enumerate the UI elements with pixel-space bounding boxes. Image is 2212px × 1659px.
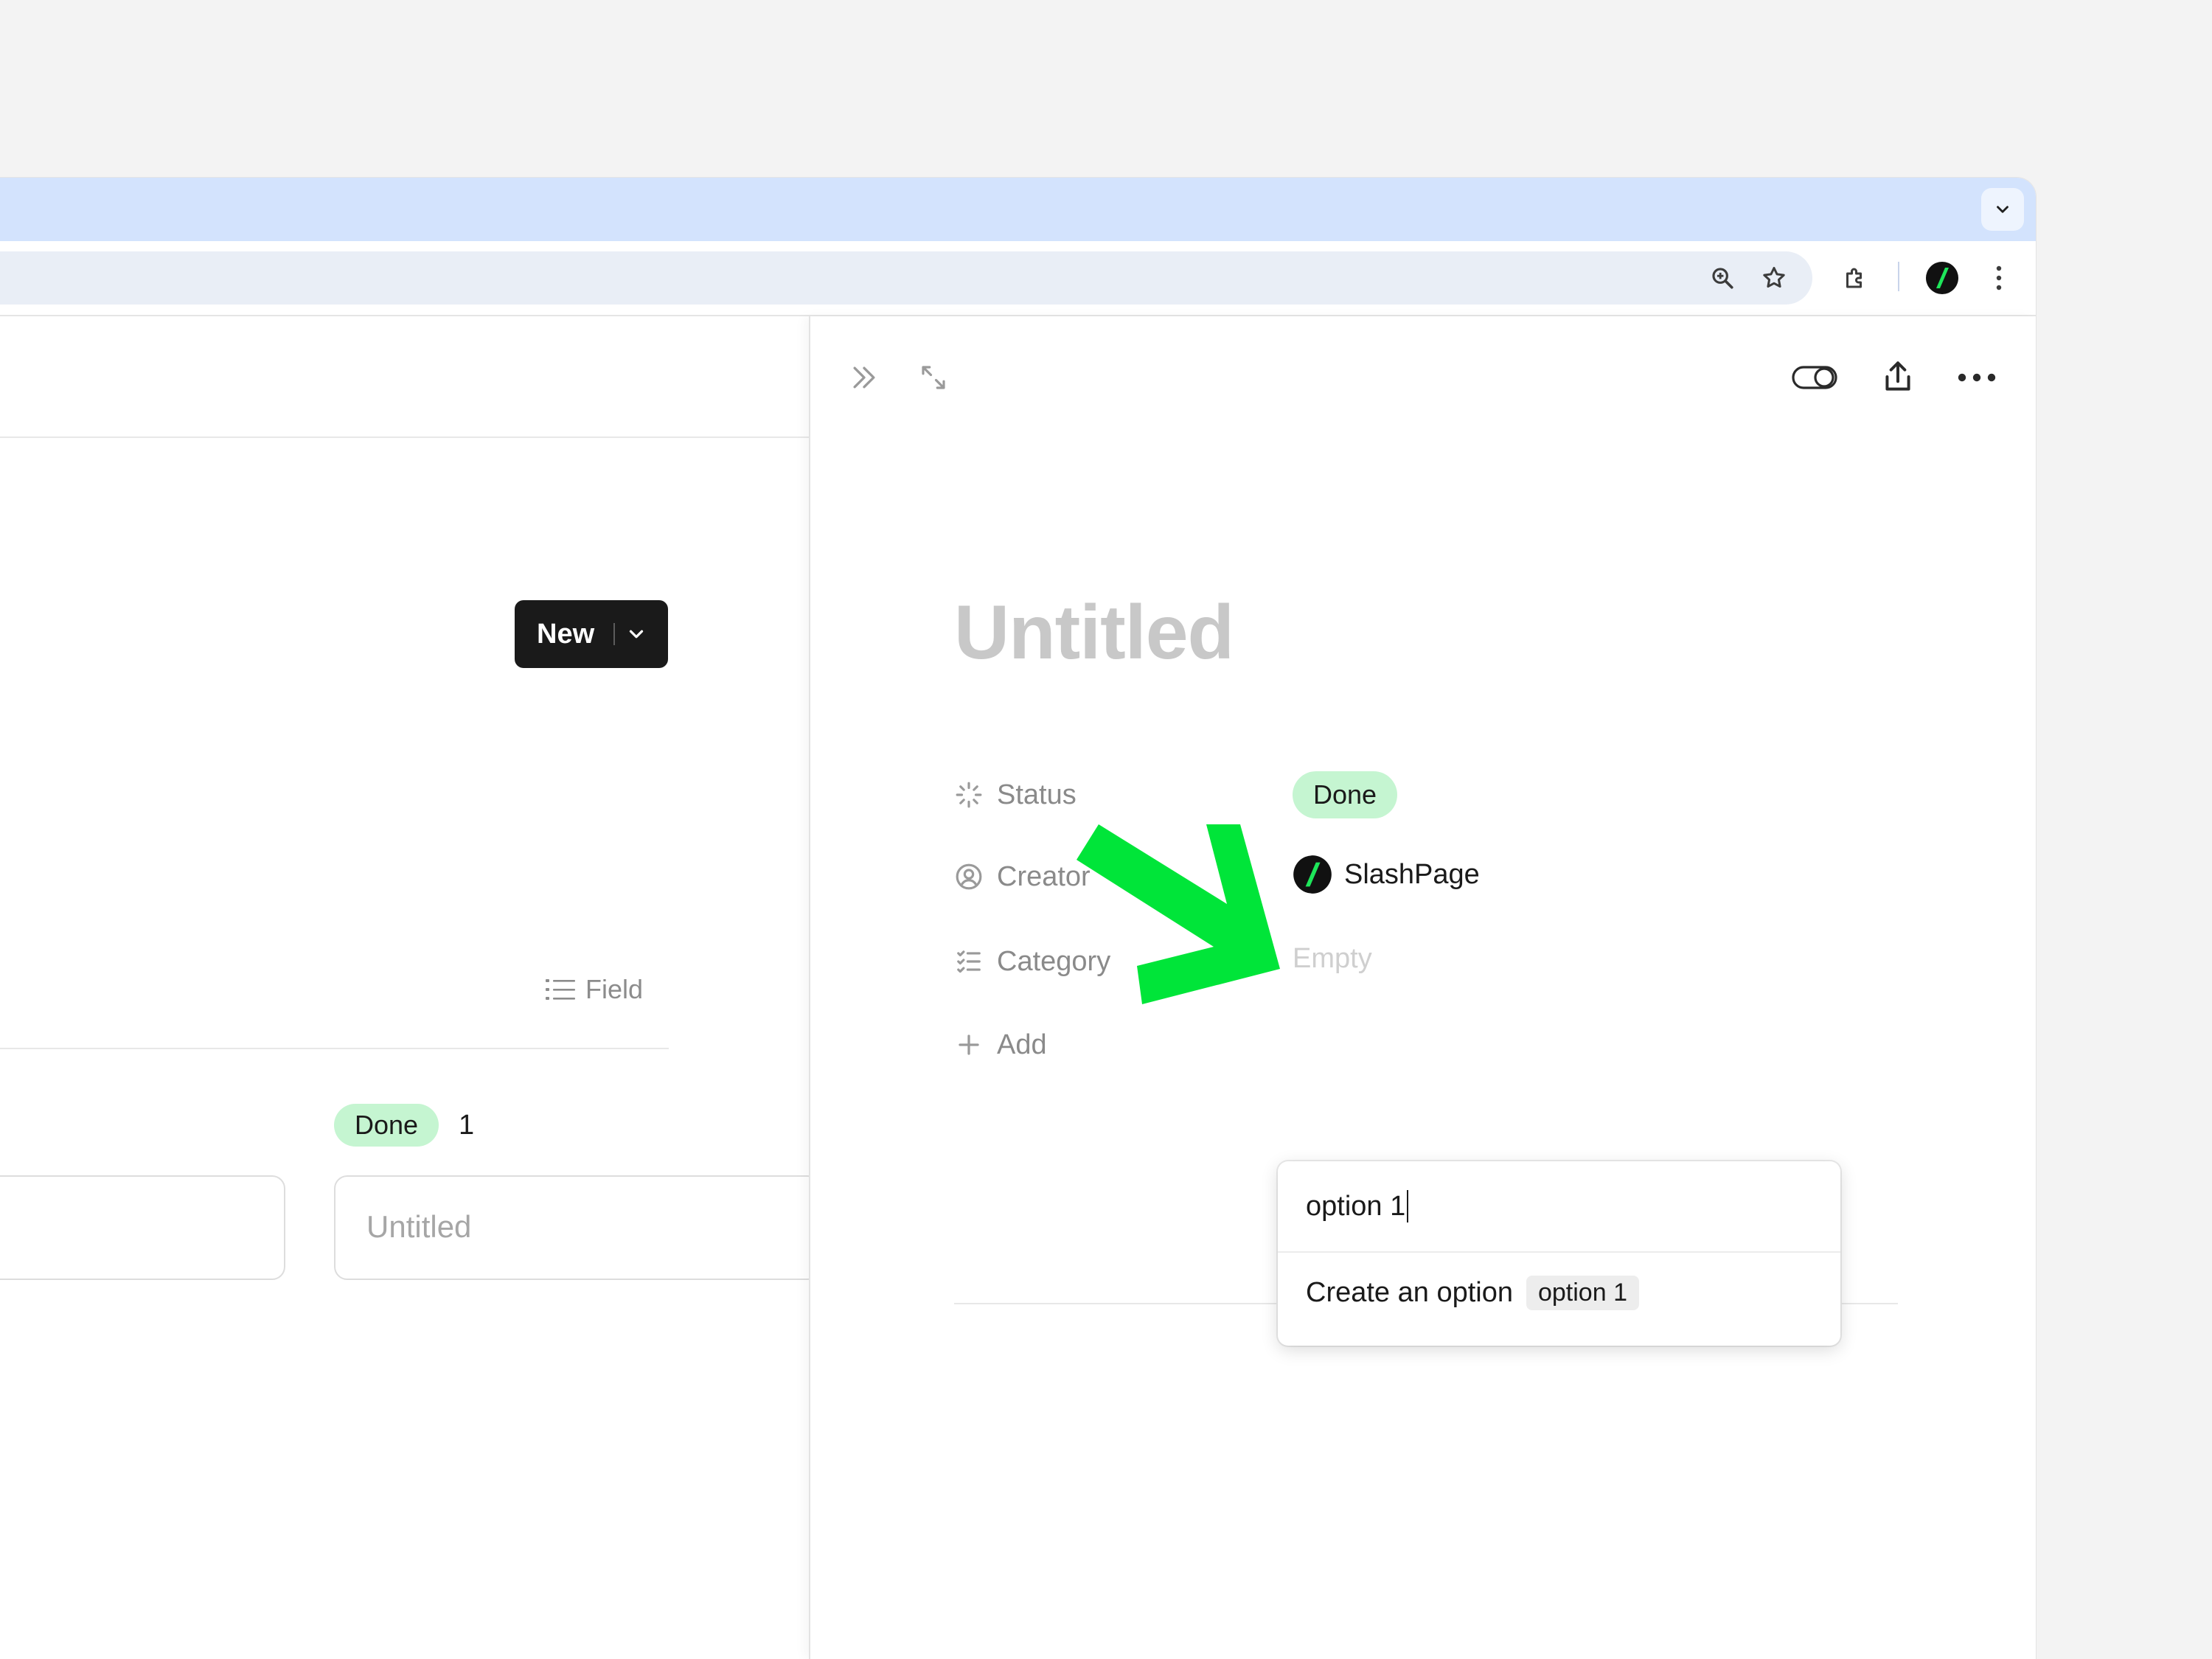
app-content: New Field Done 1 Untitled Untitled Statu… — [0, 316, 2036, 1659]
toolbar-divider — [1898, 262, 1899, 291]
slashpage-extension-icon[interactable] — [1924, 260, 1960, 296]
add-property-button[interactable]: Add — [954, 1023, 1047, 1067]
field-button-label: Field — [585, 974, 644, 1004]
property-status[interactable]: Status — [954, 773, 1077, 817]
board-view: New Field Done 1 Untitled — [0, 316, 821, 1659]
chevron-down-icon[interactable] — [625, 623, 647, 645]
property-label: Status — [997, 779, 1077, 810]
board-card[interactable]: Untitled — [334, 1175, 821, 1280]
card-title: Untitled — [366, 1209, 472, 1244]
new-option-chip: option 1 — [1526, 1275, 1639, 1310]
browser-toolbar — [0, 241, 2036, 316]
address-bar[interactable] — [0, 251, 1812, 305]
property-creator[interactable]: Creator — [954, 855, 1091, 899]
close-panel-icon[interactable] — [846, 359, 883, 396]
avatar — [1293, 855, 1332, 894]
tab-strip — [0, 178, 2036, 241]
page-title[interactable]: Untitled — [954, 589, 1234, 677]
text-caret — [1407, 1190, 1409, 1222]
status-value-tag[interactable]: Done — [1293, 771, 1398, 818]
share-icon[interactable] — [1878, 356, 1918, 397]
zoom-icon[interactable] — [1706, 262, 1739, 294]
new-button[interactable]: New — [515, 600, 668, 668]
checklist-icon — [954, 947, 984, 976]
chevron-down-icon — [1997, 206, 2008, 213]
browser-menu-icon[interactable] — [1988, 262, 2010, 294]
category-empty-value[interactable]: Empty — [1293, 940, 1372, 977]
creator-value[interactable]: SlashPage — [1293, 854, 1480, 895]
bookmark-star-icon[interactable] — [1758, 262, 1790, 294]
plus-icon — [954, 1030, 984, 1060]
extensions-puzzle-icon[interactable] — [1839, 262, 1871, 294]
category-option-dropdown: option 1 Create an option option 1 — [1278, 1161, 1840, 1346]
browser-window: New Field Done 1 Untitled Untitled Statu… — [0, 178, 2036, 1659]
group-count: 1 — [459, 1110, 475, 1141]
option-search-input[interactable]: option 1 — [1278, 1161, 1840, 1253]
field-button[interactable]: Field — [546, 973, 643, 1006]
toggle-icon[interactable] — [1791, 359, 1838, 396]
create-option-label: Create an option — [1306, 1276, 1513, 1308]
create-option-item[interactable]: Create an option option 1 — [1306, 1272, 1639, 1313]
creator-name: SlashPage — [1344, 858, 1480, 890]
option-input-text: option 1 — [1306, 1190, 1406, 1222]
tab-search-button[interactable] — [1981, 188, 2024, 231]
new-button-divider — [613, 623, 616, 645]
toolbar-divider — [0, 1048, 669, 1049]
board-card[interactable] — [0, 1175, 285, 1280]
add-property-label: Add — [997, 1029, 1047, 1060]
header-divider — [0, 437, 809, 438]
expand-icon[interactable] — [915, 359, 952, 396]
person-circle-icon — [954, 862, 984, 891]
more-icon[interactable] — [1955, 359, 1999, 396]
annotation-arrow-icon — [1077, 824, 1280, 1004]
list-icon — [546, 979, 575, 1000]
side-peek-panel: Untitled Status Creator Category Add Don… — [809, 316, 2036, 1659]
new-button-label: New — [537, 618, 595, 650]
group-status-tag: Done — [334, 1104, 439, 1147]
status-sparkle-icon — [954, 780, 984, 810]
